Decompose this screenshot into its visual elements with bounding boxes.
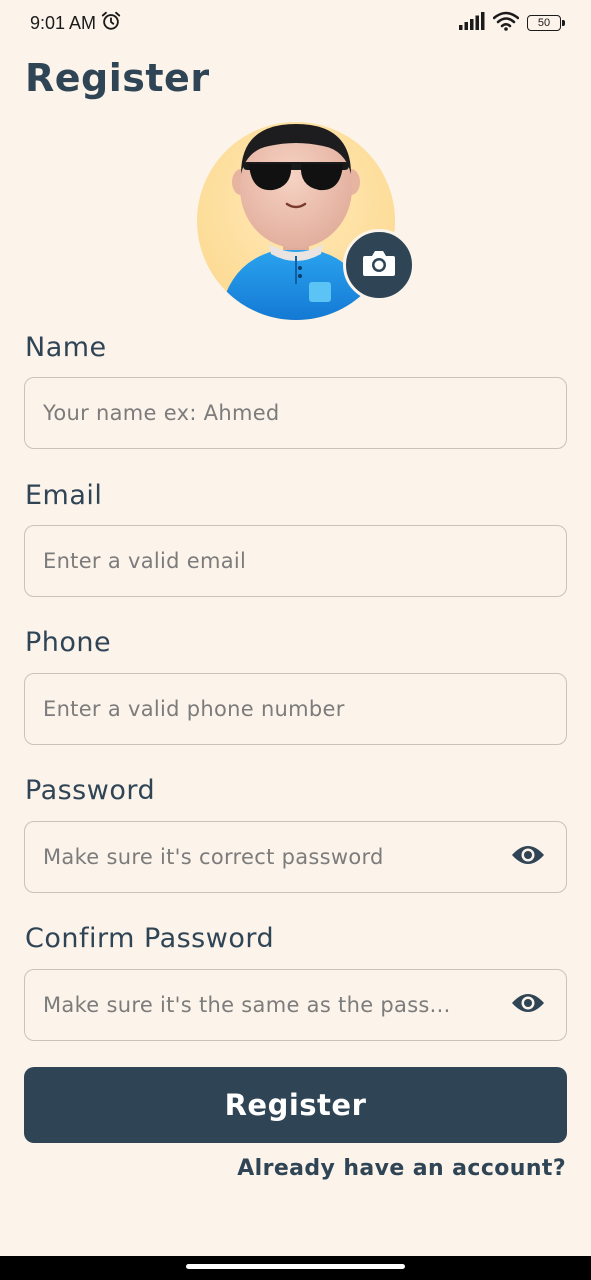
confirm-password-input[interactable] [43,993,500,1017]
eye-icon [511,843,545,871]
email-input[interactable] [43,549,548,573]
eye-icon [511,991,545,1019]
register-button[interactable]: Register [24,1067,567,1143]
signal-icon [459,12,485,34]
confirm-password-label: Confirm Password [25,923,275,954]
alarm-icon [100,10,122,36]
phone-label: Phone [25,627,112,658]
name-label: Name [25,332,107,363]
phone-field[interactable] [24,673,567,745]
confirm-password-field[interactable] [24,969,567,1041]
page-title: Register [25,56,210,100]
email-field[interactable] [24,525,567,597]
navigation-bar [0,1256,591,1280]
status-bar: 9:01 AM 50 [0,0,591,46]
wifi-icon [492,11,520,35]
battery-icon: 50 [527,15,565,31]
password-label: Password [25,775,156,806]
email-label: Email [25,480,103,511]
login-link[interactable]: Already have an account? [237,1156,566,1181]
password-input[interactable] [43,845,500,869]
name-field[interactable] [24,377,567,449]
status-left: 9:01 AM [30,10,122,36]
name-input[interactable] [43,401,548,425]
password-field[interactable] [24,821,567,893]
camera-icon [362,248,396,282]
password-visibility-toggle[interactable] [508,837,548,877]
status-right: 50 [459,11,565,35]
status-time: 9:01 AM [30,12,97,33]
avatar-container [197,122,415,320]
change-photo-button[interactable] [343,229,415,301]
home-indicator[interactable] [186,1264,405,1269]
confirm-password-visibility-toggle[interactable] [508,985,548,1025]
phone-input[interactable] [43,697,548,721]
